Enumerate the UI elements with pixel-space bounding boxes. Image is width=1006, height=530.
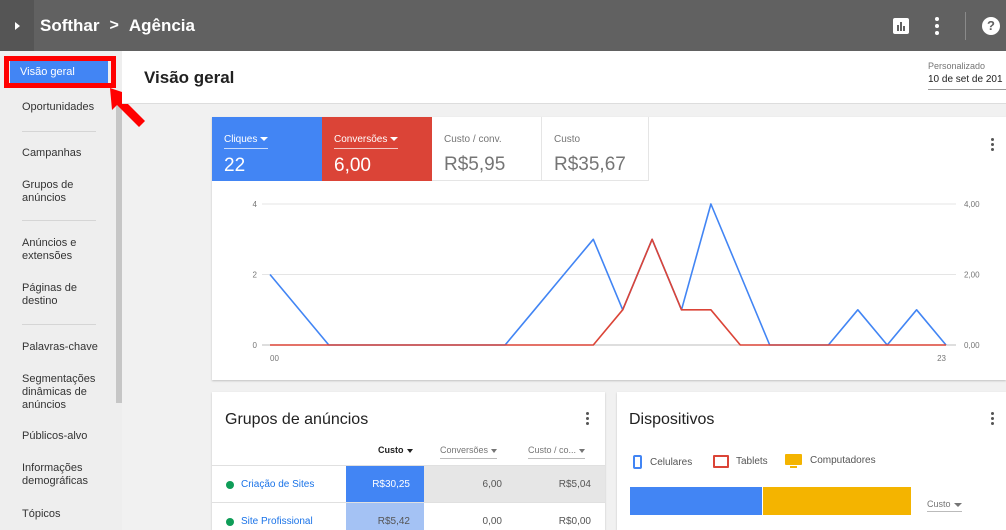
sidebar-item-landing-pages[interactable]: Páginas de destino bbox=[22, 282, 112, 308]
reports-icon[interactable] bbox=[893, 17, 909, 34]
sidebar-item-opportunities[interactable]: Oportunidades bbox=[22, 101, 112, 114]
status-enabled-icon bbox=[226, 481, 234, 489]
cost-per-conv-cell: R$5,04 bbox=[516, 466, 605, 503]
legend-tablet: Tablets bbox=[713, 455, 768, 468]
devices-menu-icon[interactable] bbox=[991, 412, 994, 425]
legend-mobile: Celulares bbox=[633, 455, 692, 469]
desktop-icon bbox=[785, 453, 802, 468]
sort-caret-icon bbox=[406, 448, 413, 453]
phone-icon bbox=[633, 455, 642, 469]
ad-groups-title: Grupos de anúncios bbox=[225, 411, 369, 428]
dropdown-caret-icon bbox=[390, 137, 399, 142]
y-tick-left: 0 bbox=[253, 341, 258, 350]
cost-cell: R$30,25 bbox=[346, 466, 424, 503]
table-row[interactable]: Site Profissional R$5,42 0,00 R$0,00 bbox=[212, 502, 605, 530]
sidebar-item-ads[interactable]: Anúncios e extensões bbox=[22, 237, 112, 263]
help-icon[interactable]: ? bbox=[982, 16, 1000, 35]
breadcrumb-separator: > bbox=[109, 16, 119, 34]
device-metric-select[interactable]: Custo bbox=[927, 499, 962, 512]
chart-menu-icon[interactable] bbox=[991, 138, 994, 151]
conversions-cell: 0,00 bbox=[482, 516, 502, 527]
sidebar-scrollbar[interactable] bbox=[116, 101, 122, 403]
y-tick-right: 0,00 bbox=[964, 341, 980, 350]
metric-clicks[interactable]: Cliques 22 bbox=[212, 117, 322, 181]
devices-title: Dispositivos bbox=[629, 411, 715, 428]
devices-card: Dispositivos Celulares Tablets Computado… bbox=[617, 392, 1006, 530]
sidebar-item-topics[interactable]: Tópicos bbox=[22, 508, 112, 521]
breadcrumb-client[interactable]: Agência bbox=[129, 16, 195, 36]
sidebar-item-audiences[interactable]: Públicos-alvo bbox=[22, 430, 112, 443]
legend-desktop: Computadores bbox=[785, 453, 876, 468]
cost-cell: R$5,42 bbox=[346, 503, 424, 530]
sidebar-item-demographics[interactable]: Informações demográficas bbox=[22, 462, 112, 488]
y-tick-left: 4 bbox=[253, 200, 258, 209]
ad-group-name[interactable]: Site Profissional bbox=[241, 516, 313, 527]
more-options-icon[interactable] bbox=[935, 16, 939, 35]
device-bar-mobile[interactable] bbox=[630, 487, 762, 515]
metric-clicks-value: 22 bbox=[224, 155, 246, 176]
legend-desktop-label: Computadores bbox=[810, 455, 876, 466]
metric-cost-per-conv-label: Custo / conv. bbox=[444, 134, 502, 145]
y-tick-left: 2 bbox=[253, 271, 258, 280]
column-header-conversions[interactable]: Conversões bbox=[440, 445, 498, 459]
metric-cost[interactable]: Custo R$35,67 bbox=[542, 117, 649, 181]
y-tick-right: 4,00 bbox=[964, 200, 980, 209]
x-tick-label: 00 bbox=[270, 354, 279, 363]
sort-caret-icon bbox=[579, 448, 586, 453]
sidebar-divider bbox=[22, 220, 96, 221]
page-title: Visão geral bbox=[144, 68, 235, 87]
expand-nav-button[interactable] bbox=[0, 0, 34, 51]
device-bar-desktop[interactable] bbox=[763, 487, 911, 515]
date-range-picker[interactable]: Personalizado 10 de set de 201 bbox=[928, 61, 1006, 90]
sidebar-item-keywords[interactable]: Palavras-chave bbox=[22, 341, 112, 354]
table-row[interactable]: Criação de Sites R$30,25 6,00 R$5,04 bbox=[212, 465, 605, 503]
metric-cost-per-conv[interactable]: Custo / conv. R$5,95 bbox=[432, 117, 542, 181]
ad-groups-card: Grupos de anúncios Custo Conversões Cust… bbox=[212, 392, 605, 530]
breadcrumb-account[interactable]: Softhar bbox=[40, 16, 100, 36]
metric-conversions[interactable]: Conversões 6,00 bbox=[322, 117, 432, 181]
sidebar-divider bbox=[22, 324, 96, 325]
dropdown-caret-icon bbox=[953, 502, 962, 507]
triangle-right-icon bbox=[14, 21, 20, 30]
cost-per-conv-cell: R$0,00 bbox=[558, 516, 591, 527]
date-range-label: Personalizado bbox=[928, 61, 986, 71]
status-enabled-icon bbox=[226, 518, 234, 526]
sort-caret-icon bbox=[491, 448, 498, 453]
page-header: Visão geral Personalizado 10 de set de 2… bbox=[122, 51, 1006, 104]
column-header-cost-per-conv[interactable]: Custo / co... bbox=[528, 445, 586, 459]
ad-group-name[interactable]: Criação de Sites bbox=[241, 479, 314, 490]
metric-clicks-label[interactable]: Cliques bbox=[224, 134, 269, 149]
line-chart: 0 0,00 2 2,00 4 4,00 00 23 bbox=[253, 200, 981, 363]
sidebar-item-campaigns[interactable]: Campanhas bbox=[22, 147, 112, 160]
topbar-actions: ? bbox=[893, 0, 1006, 51]
highlight-box bbox=[4, 56, 116, 88]
metric-cost-per-conv-value: R$5,95 bbox=[444, 154, 506, 175]
y-tick-right: 2,00 bbox=[964, 271, 980, 280]
tablet-icon bbox=[713, 455, 729, 468]
legend-mobile-label: Celulares bbox=[650, 456, 693, 468]
sidebar: Visão geral Oportunidades Campanhas Grup… bbox=[0, 51, 122, 530]
dropdown-caret-icon bbox=[260, 137, 269, 142]
column-header-cost[interactable]: Custo bbox=[378, 445, 413, 458]
metric-cost-value: R$35,67 bbox=[554, 154, 626, 175]
metric-cost-label: Custo bbox=[554, 134, 581, 145]
sidebar-item-ad-groups[interactable]: Grupos de anúncios bbox=[22, 179, 112, 205]
ad-groups-menu-icon[interactable] bbox=[586, 412, 589, 425]
breadcrumb: Softhar > Agência bbox=[40, 16, 195, 36]
date-range-value[interactable]: 10 de set de 201 bbox=[928, 74, 1006, 90]
series-line-conversions bbox=[270, 238, 946, 346]
x-tick-label: 23 bbox=[937, 354, 946, 363]
legend-tablet-label: Tablets bbox=[736, 456, 768, 467]
top-bar: Softhar > Agência ? bbox=[0, 0, 1006, 51]
performance-chart-card: Cliques 22 Conversões 6,00 Custo / conv.… bbox=[212, 117, 1006, 380]
conversions-cell: 6,00 bbox=[424, 466, 516, 503]
sidebar-item-dynamic-targets[interactable]: Segmentações dinâmicas de anúncios bbox=[22, 373, 112, 412]
metric-conversions-label[interactable]: Conversões bbox=[334, 134, 399, 149]
metric-conversions-value: 6,00 bbox=[334, 155, 371, 176]
toolbar-divider bbox=[965, 11, 966, 40]
sidebar-divider bbox=[22, 131, 96, 132]
